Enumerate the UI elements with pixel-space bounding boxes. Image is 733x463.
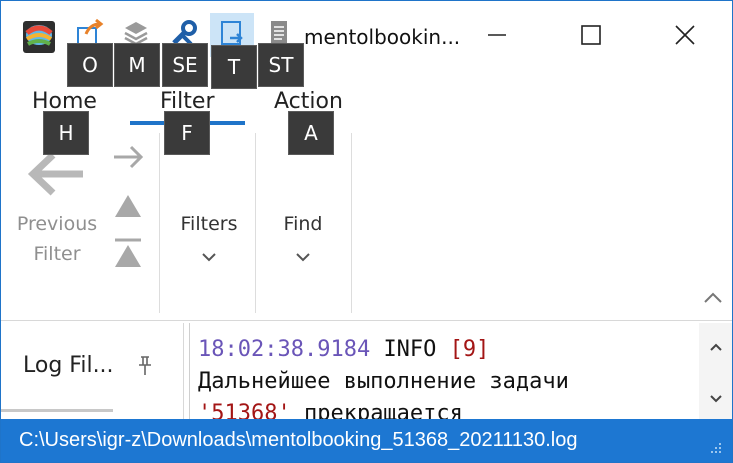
triangle-top-icon [113, 238, 143, 273]
filters-dropdown-button[interactable]: Filters [167, 201, 251, 271]
move-filter-up-button[interactable] [113, 193, 143, 219]
forward-arrow-icon [111, 145, 145, 175]
maximize-icon [580, 24, 602, 50]
ribbon-separator [159, 133, 160, 313]
next-filter-button[interactable] [111, 143, 145, 171]
keytip-filter: F [164, 111, 210, 155]
log-view[interactable]: 18:02:38.9184 INFO [9] Дальнейшее выполн… [189, 323, 699, 419]
ribbon-separator [255, 133, 256, 313]
keytip-merge: M [114, 43, 160, 87]
log-scrollbar[interactable] [699, 323, 732, 419]
find-label: Find [283, 213, 323, 235]
scroll-up-button[interactable] [699, 333, 732, 359]
maximize-button[interactable] [567, 13, 615, 61]
chevron-down-icon [709, 389, 723, 408]
log-thread: [9] [449, 337, 490, 362]
find-dropdown-button[interactable]: Find [263, 201, 343, 271]
log-files-panel: Log Fil... [1, 323, 184, 419]
keytip-open: O [67, 43, 113, 87]
log-timestamp: 18:02:38.9184 [198, 337, 371, 362]
keytip-stats: ST [258, 43, 304, 87]
app-logo-icon[interactable] [19, 17, 59, 57]
close-button[interactable] [661, 13, 709, 61]
filters-label: Filters [180, 213, 238, 235]
log-line: '51368' прекращается [198, 401, 463, 419]
triangle-up-icon [113, 195, 143, 223]
ribbon-separator [351, 133, 352, 313]
minimize-icon [486, 24, 508, 50]
log-level: INFO [383, 337, 437, 362]
previous-filter-button[interactable]: Previous Filter [11, 141, 103, 271]
status-bar: C:\Users\igr-z\Downloads\mentolbooking_5… [1, 419, 732, 462]
chevron-up-icon [701, 292, 725, 311]
log-message: Дальнейшее выполнение задачи [198, 369, 569, 394]
log-quoted-value: '51368' [198, 401, 291, 419]
log-message-rest: прекращается [303, 401, 463, 419]
close-icon [674, 24, 696, 50]
panel-scroll-indicator [1, 409, 113, 412]
keytip-action: A [288, 111, 334, 155]
resize-grip-icon[interactable] [708, 441, 722, 455]
status-file-path: C:\Users\igr-z\Downloads\mentolbooking_5… [19, 429, 578, 451]
back-arrow-icon [27, 151, 87, 201]
minimize-button[interactable] [473, 13, 521, 61]
keytip-tail: T [211, 45, 257, 89]
scroll-down-button[interactable] [699, 385, 732, 411]
pin-icon[interactable] [133, 353, 157, 377]
log-files-panel-title[interactable]: Log Fil... [23, 353, 114, 378]
previous-filter-label-1: Previous [16, 213, 98, 235]
log-line: 18:02:38.9184 INFO [9] [198, 337, 489, 362]
collapse-ribbon-button[interactable] [701, 287, 725, 307]
move-filter-top-button[interactable] [113, 237, 143, 269]
app-window: mentolbookin... Home Filter Action Previ… [0, 0, 733, 463]
window-title: mentolbookin... [304, 25, 461, 49]
keytip-home: H [43, 111, 89, 155]
chevron-up-icon [709, 337, 723, 356]
chevron-down-icon [201, 247, 217, 266]
chevron-down-icon [295, 247, 311, 266]
keytip-settings: SE [162, 43, 208, 87]
previous-filter-label-2: Filter [33, 243, 81, 265]
